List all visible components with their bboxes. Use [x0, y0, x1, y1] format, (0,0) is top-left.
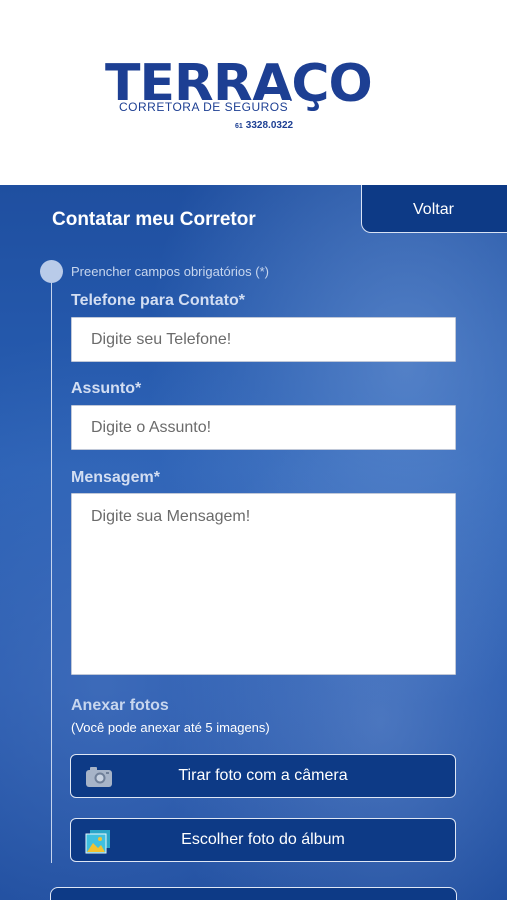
terraco-logo: TERRAÇO CORRETORA DE SEGUROS 61 3328.0322 — [105, 58, 405, 138]
choose-from-album-label: Escolher foto do álbum — [181, 831, 345, 848]
choose-from-album-button[interactable]: Escolher foto do álbum — [70, 818, 456, 862]
header: TERRAÇO CORRETORA DE SEGUROS 61 3328.0322 — [0, 0, 507, 185]
logo-tagline: CORRETORA DE SEGUROS — [117, 100, 291, 114]
contact-panel: Contatar meu Corretor Voltar Preencher c… — [0, 185, 507, 900]
subject-input[interactable] — [71, 405, 456, 450]
phone-input[interactable] — [71, 317, 456, 362]
back-button[interactable]: Voltar — [361, 185, 507, 233]
page-title: Contatar meu Corretor — [52, 209, 256, 230]
logo-phone: 61 3328.0322 — [235, 120, 293, 131]
required-fields-note: Preencher campos obrigatórios (*) — [71, 264, 269, 279]
logo-phone-number: 3328.0322 — [245, 120, 294, 131]
take-photo-label: Tirar foto com a câmera — [178, 767, 348, 784]
logo-phone-prefix: 61 — [235, 123, 243, 130]
timeline-dot — [40, 260, 63, 283]
take-photo-button[interactable]: Tirar foto com a câmera — [70, 754, 456, 798]
bottom-submit-panel[interactable] — [50, 887, 457, 900]
attach-photos-title: Anexar fotos — [71, 697, 169, 714]
phone-label: Telefone para Contato* — [71, 292, 245, 309]
timeline-line — [51, 273, 52, 863]
subject-label: Assunto* — [71, 380, 142, 397]
message-textarea[interactable] — [71, 493, 456, 675]
attach-photos-hint: (Você pode anexar até 5 imagens) — [71, 720, 270, 735]
message-label: Mensagem* — [71, 469, 160, 486]
